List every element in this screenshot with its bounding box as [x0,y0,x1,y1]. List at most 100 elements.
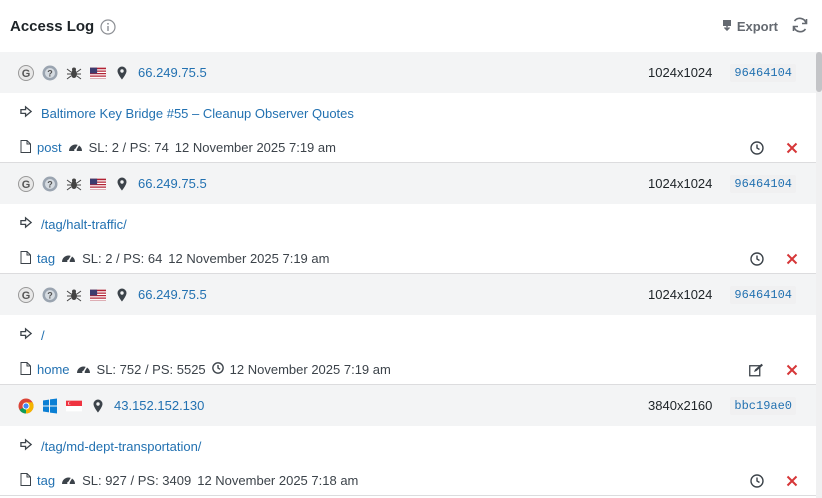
edit-icon[interactable] [749,363,764,377]
delete-icon[interactable] [786,253,798,265]
delete-icon[interactable] [786,364,798,376]
visited-page-link[interactable]: / [41,328,45,343]
visitor-id-badge[interactable]: 96464104 [730,285,796,304]
svg-text:G: G [22,290,31,302]
entry-meta-row: tag SL: 2 / PS: 64 12 November 2025 7:19… [0,244,816,273]
dashboard-icon [61,473,76,489]
page-link-icon [20,105,33,121]
visit-time: 12 November 2025 7:19 am [229,362,391,377]
refresh-button[interactable] [790,15,810,38]
unknown-os-icon: ? [42,65,58,81]
screen-resolution: 3840x2160 [648,398,713,413]
log-entry: G ? 66.249.75.5 1024x1024 96464104 / hom… [0,274,816,385]
ip-address-link[interactable]: 66.249.75.5 [138,176,207,191]
bot-spider-icon [66,176,82,192]
log-entry: G ? 66.249.75.5 1024x1024 96464104 /tag/… [0,163,816,274]
sg-flag-icon [66,398,82,414]
screen-resolution: 1024x1024 [648,287,713,302]
dashboard-icon [61,251,76,267]
location-icon [114,176,130,192]
entry-visitor-row: G ? 66.249.75.5 1024x1024 96464104 [0,52,816,93]
us-flag-icon [90,176,106,192]
entry-url-row: /tag/md-dept-transportation/ [0,426,816,466]
ip-address-link[interactable]: 66.249.75.5 [138,287,207,302]
entry-visitor-row: G ? 66.249.75.5 1024x1024 96464104 [0,163,816,204]
dashboard-icon [76,362,91,378]
location-icon [114,65,130,81]
clock-icon[interactable] [750,140,764,155]
delete-icon[interactable] [786,142,798,154]
svg-text:?: ? [47,290,53,300]
export-icon [721,19,733,34]
svg-text:G: G [22,179,31,191]
ip-address-link[interactable]: 66.249.75.5 [138,65,207,80]
log-entry: 43.152.152.130 3840x2160 bbc19ae0 /tag/m… [0,385,816,496]
clock-small-icon [211,362,224,377]
session-stats: SL: 752 / PS: 5525 [96,362,206,377]
svg-text:?: ? [47,68,53,78]
scrollbar-thumb[interactable] [816,52,822,92]
unknown-os-icon: ? [42,176,58,192]
location-icon [114,287,130,303]
header-actions: Export [721,15,810,38]
dashboard-icon [68,140,83,156]
visitor-id-badge[interactable]: bbc19ae0 [730,396,796,415]
entry-meta-row: home SL: 752 / PS: 5525 12 November 2025… [0,355,816,384]
visited-page-link[interactable]: Baltimore Key Bridge #55 – Cleanup Obser… [41,106,354,121]
visit-time: 12 November 2025 7:18 am [197,473,359,488]
google-icon: G [18,64,34,81]
visited-page-link[interactable]: /tag/md-dept-transportation/ [41,439,201,454]
delete-icon[interactable] [786,475,798,487]
access-log-list: G ? 66.249.75.5 1024x1024 96464104 Balti… [0,52,816,496]
ip-address-link[interactable]: 43.152.152.130 [114,398,204,413]
clock-icon[interactable] [750,473,764,488]
page-link-icon [20,216,33,232]
export-button[interactable]: Export [721,19,778,34]
windows-icon [42,398,58,414]
visit-time: 12 November 2025 7:19 am [174,140,336,155]
page-title: Access Log [10,17,95,35]
file-icon [20,250,31,267]
entry-visitor-row: G ? 66.249.75.5 1024x1024 96464104 [0,274,816,315]
page-type-link[interactable]: tag [37,473,55,488]
bot-spider-icon [66,287,82,303]
page-type-link[interactable]: post [37,140,62,155]
visited-page-link[interactable]: /tag/halt-traffic/ [41,217,127,232]
log-entry: G ? 66.249.75.5 1024x1024 96464104 Balti… [0,52,816,163]
info-icon[interactable] [100,19,116,35]
entry-meta-row: post SL: 2 / PS: 74 12 November 2025 7:1… [0,133,816,162]
session-stats: SL: 2 / PS: 64 [82,251,163,266]
bot-spider-icon [66,65,82,81]
entry-url-row: / [0,315,816,355]
visitor-id-badge[interactable]: 96464104 [730,174,796,193]
page-type-link[interactable]: tag [37,251,55,266]
export-label: Export [736,18,778,34]
title-group: Access Log [10,17,116,35]
session-stats: SL: 2 / PS: 74 [88,140,169,155]
page-header: Access Log Export [0,0,822,52]
page-link-icon [20,438,33,454]
entry-visitor-row: 43.152.152.130 3840x2160 bbc19ae0 [0,385,816,426]
location-icon [90,398,106,414]
visitor-id-badge[interactable]: 96464104 [730,63,796,82]
file-icon [20,472,31,489]
page-type-link[interactable]: home [37,362,70,377]
us-flag-icon [90,65,106,81]
screen-resolution: 1024x1024 [648,176,713,191]
scrollbar[interactable] [816,52,822,498]
entry-meta-row: tag SL: 927 / PS: 3409 12 November 2025 … [0,466,816,495]
svg-text:G: G [22,68,31,80]
visit-time: 12 November 2025 7:19 am [168,251,330,266]
entry-url-row: Baltimore Key Bridge #55 – Cleanup Obser… [0,93,816,133]
clock-icon[interactable] [750,251,764,266]
refresh-icon [790,15,810,38]
svg-text:?: ? [47,179,53,189]
file-icon [20,361,31,378]
entry-url-row: /tag/halt-traffic/ [0,204,816,244]
us-flag-icon [90,287,106,303]
chrome-icon [18,398,34,414]
page-link-icon [20,327,33,343]
session-stats: SL: 927 / PS: 3409 [82,473,192,488]
unknown-os-icon: ? [42,287,58,303]
file-icon [20,139,31,156]
